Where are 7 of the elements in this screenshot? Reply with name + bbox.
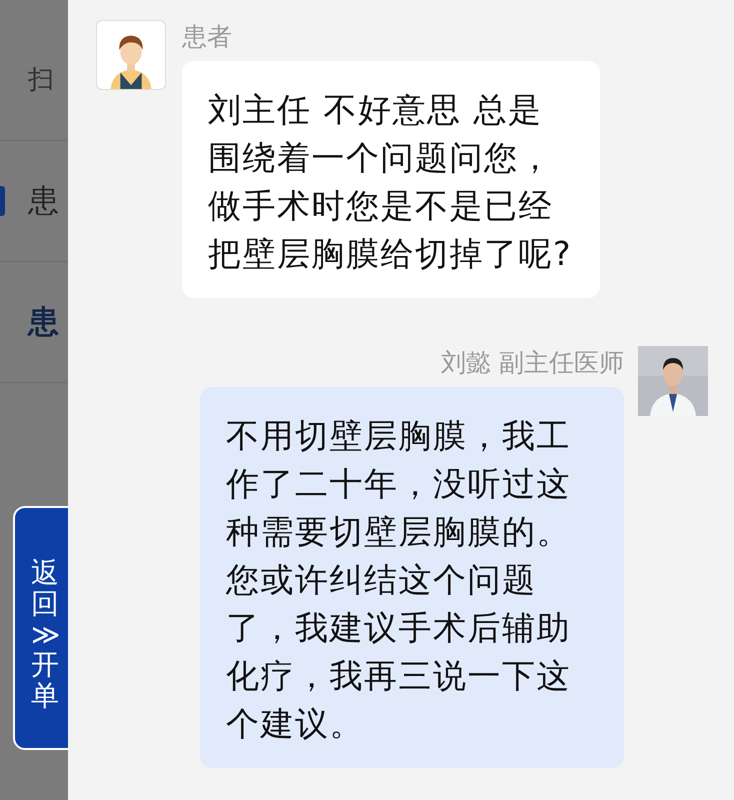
back-button[interactable]: 返回≫开单 [13,506,68,750]
message-bubble: 不用切壁层胸膜，我工作了二十年，没听过这种需要切壁层胸膜的。您或许纠结这个问题了，我建议手术后辅助化疗，我再三说一下这个建议。 [200,387,624,768]
selection-marker [0,186,5,216]
sender-name: 刘懿 副主任医师 [441,350,624,375]
avatar-icon [96,20,166,90]
message-bubble: 刘主任 不好意思 总是围绕着一个问题问您，做手术时您是不是已经把壁层胸膜给切掉了呢? [182,61,600,298]
sender-name: 患者 [182,24,232,49]
